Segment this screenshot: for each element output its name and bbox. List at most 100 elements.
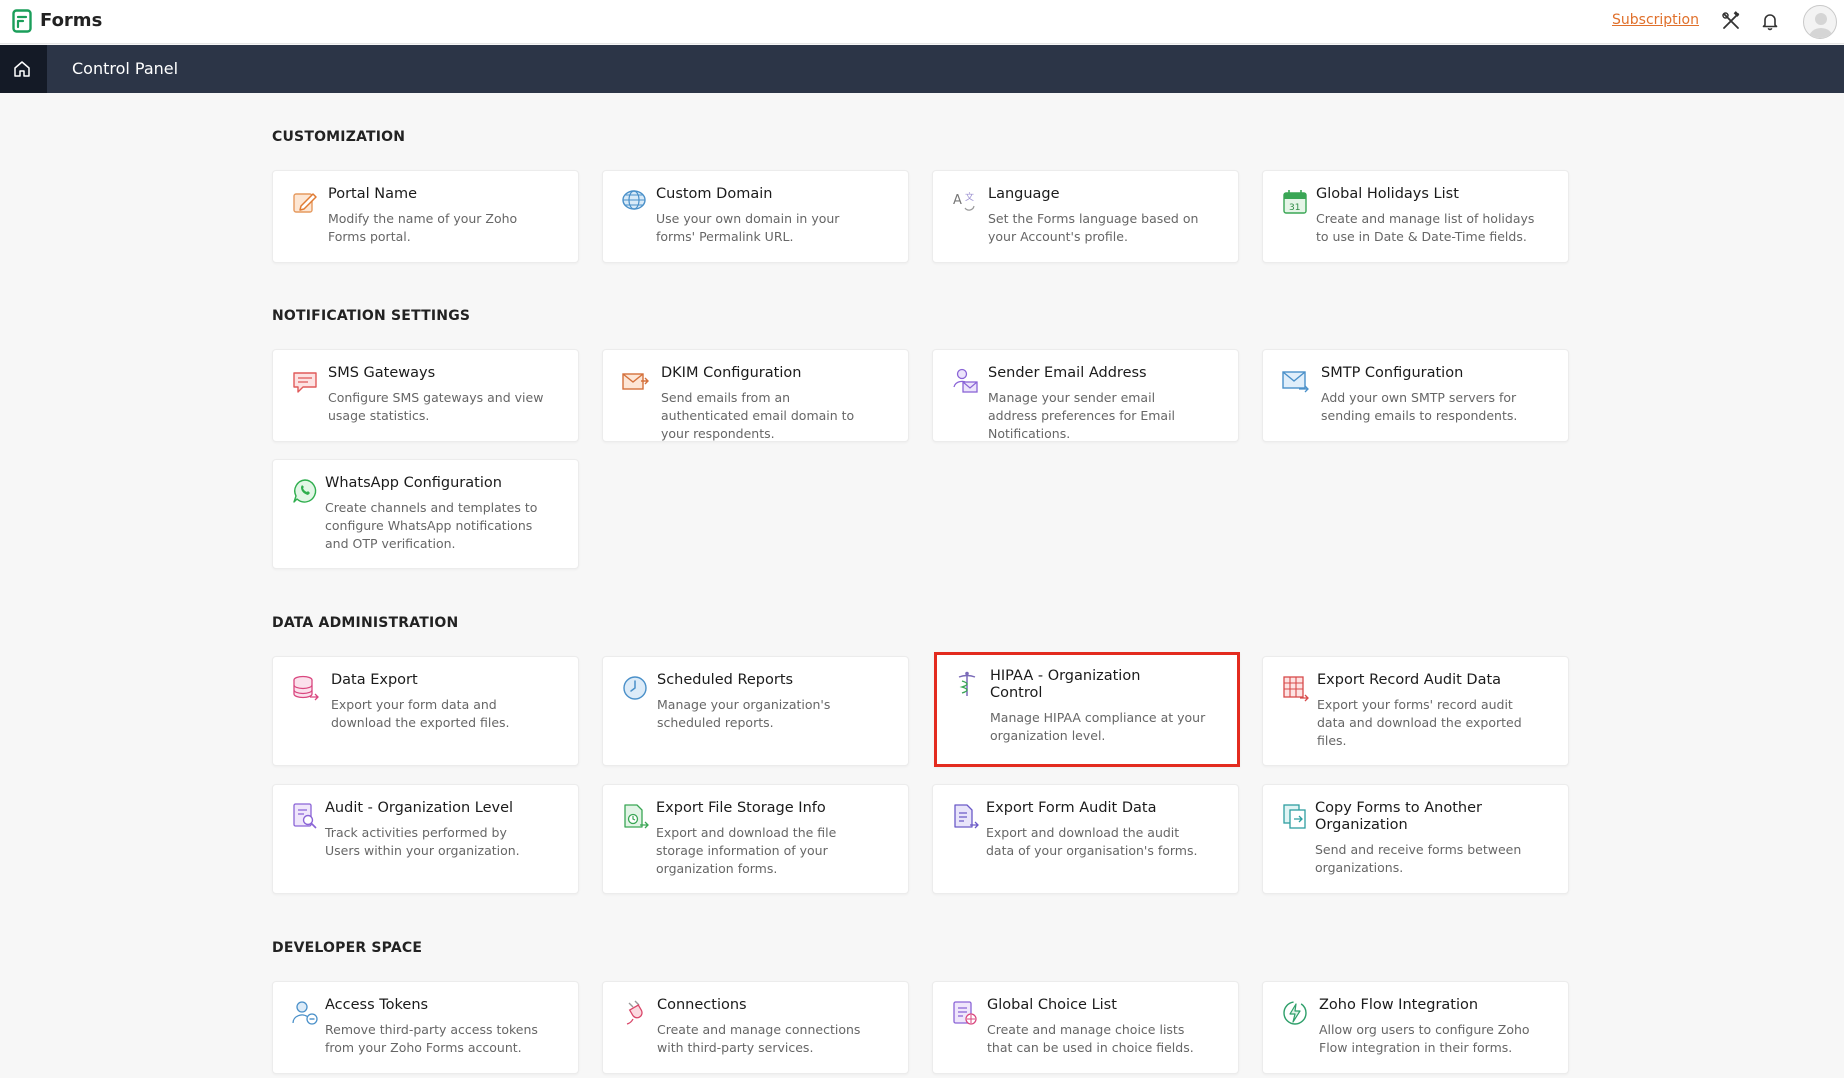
card-connections[interactable]: Connections Create and manage connection… <box>602 981 909 1074</box>
card-title: Sender Email Address <box>988 365 1147 381</box>
section-title-data-administration: DATA ADMINISTRATION <box>272 615 459 631</box>
nav-bar: Control Panel <box>0 45 1844 93</box>
card-desc: Remove third-party access tokens from yo… <box>325 1022 538 1055</box>
card-export-form-audit-data[interactable]: Export Form Audit Data Export and downlo… <box>932 784 1239 894</box>
clock-icon <box>623 676 647 700</box>
card-title: Export Form Audit Data <box>986 800 1157 816</box>
card-title: Custom Domain <box>656 186 773 202</box>
card-desc: Export and download the file storage inf… <box>656 825 837 876</box>
card-title: Language <box>988 186 1060 202</box>
card-title: Audit - Organization Level <box>325 800 514 816</box>
card-title: Export File Storage Info <box>656 800 826 816</box>
card-title: DKIM Configuration <box>661 365 802 381</box>
card-title: Zoho Flow Integration <box>1319 997 1479 1013</box>
database-export-icon <box>293 675 319 701</box>
globe-icon <box>622 190 646 210</box>
forms-logo-icon[interactable] <box>12 9 32 33</box>
tools-icon[interactable] <box>1721 11 1741 31</box>
caduceus-icon <box>958 671 976 696</box>
card-portal-name[interactable]: Portal Name Modify the name of your Zoho… <box>272 170 579 263</box>
card-title: Access Tokens <box>325 997 429 1013</box>
card-export-record-audit-data[interactable]: Export Record Audit Data Export your for… <box>1262 656 1569 766</box>
card-title: Global Choice List <box>987 997 1117 1013</box>
card-title: Connections <box>657 997 747 1013</box>
card-dkim-configuration[interactable]: DKIM Configuration Send emails from an a… <box>602 349 909 442</box>
card-scheduled-reports[interactable]: Scheduled Reports Manage your organizati… <box>602 656 909 766</box>
card-title: SMTP Configuration <box>1321 365 1464 381</box>
calendar-icon: 31 <box>1283 190 1307 214</box>
card-desc: Export your form data and download the e… <box>331 697 510 730</box>
card-desc: Send and receive forms between organizat… <box>1315 842 1522 875</box>
card-desc: Create and manage list of holidays to us… <box>1316 211 1535 244</box>
flow-bolt-icon <box>1283 1001 1307 1025</box>
card-title: WhatsApp Configuration <box>325 475 502 491</box>
card-desc: Create channels and templates to configu… <box>325 500 538 551</box>
card-desc: Add your own SMTP servers for sending em… <box>1321 390 1518 423</box>
card-language[interactable]: A 文 Language Set the Forms language base… <box>932 170 1239 263</box>
mail-server-icon <box>1282 371 1309 393</box>
top-bar: Forms Subscription <box>0 0 1844 44</box>
card-title: SMS Gateways <box>328 365 436 381</box>
card-title: Global Holidays List <box>1316 186 1459 202</box>
user-token-icon <box>292 1001 318 1025</box>
whatsapp-icon <box>293 479 317 503</box>
plug-icon <box>626 1000 643 1025</box>
record-audit-icon <box>1283 676 1309 702</box>
page-title: Control Panel <box>72 59 179 78</box>
card-title: Export Record Audit Data <box>1317 672 1502 688</box>
translate-icon: A 文 <box>953 191 975 211</box>
card-desc: Allow org users to configure Zoho Flow i… <box>1319 1022 1530 1055</box>
card-zoho-flow-integration[interactable]: Zoho Flow Integration Allow org users to… <box>1262 981 1569 1074</box>
card-smtp-configuration[interactable]: SMTP Configuration Add your own SMTP ser… <box>1262 349 1569 442</box>
form-audit-icon <box>954 804 979 829</box>
card-desc: Manage your organization's scheduled rep… <box>657 697 831 730</box>
card-desc: Configure SMS gateways and view usage st… <box>328 390 544 423</box>
card-desc: Set the Forms language based on your Acc… <box>988 211 1199 244</box>
card-title: Scheduled Reports <box>657 672 794 688</box>
user-mail-icon <box>953 368 978 393</box>
card-desc: Use your own domain in your forms' Perma… <box>656 211 840 244</box>
choice-list-icon <box>953 1001 977 1025</box>
home-button[interactable] <box>0 45 47 93</box>
card-desc: Export your forms' record audit data and… <box>1317 697 1522 748</box>
section-title-customization: CUSTOMIZATION <box>272 129 406 145</box>
copy-forms-icon <box>1283 804 1306 829</box>
card-hipaa-organization-control[interactable]: HIPAA - Organization Control Manage HIPA… <box>934 652 1240 767</box>
card-desc: Manage HIPAA compliance at your organiza… <box>990 710 1206 743</box>
card-sender-email-address[interactable]: Sender Email Address Manage your sender … <box>932 349 1239 442</box>
card-copy-forms-to-another-organization[interactable]: Copy Forms to Another Organization Send … <box>1262 784 1569 894</box>
subscription-link[interactable]: Subscription <box>1612 12 1699 28</box>
bell-icon[interactable] <box>1760 11 1780 31</box>
file-storage-icon <box>624 804 649 829</box>
card-custom-domain[interactable]: Custom Domain Use your own domain in you… <box>602 170 909 263</box>
svg-text:A: A <box>953 193 962 208</box>
section-title-notification-settings: NOTIFICATION SETTINGS <box>272 308 471 324</box>
card-audit-organization-level[interactable]: Audit - Organization Level Track activit… <box>272 784 579 894</box>
card-global-choice-list[interactable]: Global Choice List Create and manage cho… <box>932 981 1239 1074</box>
card-desc: Manage your sender email address prefere… <box>988 390 1176 441</box>
user-avatar[interactable] <box>1803 5 1837 39</box>
audit-search-icon <box>293 803 317 829</box>
card-sms-gateways[interactable]: SMS Gateways Configure SMS gateways and … <box>272 349 579 442</box>
card-global-holidays-list[interactable]: 31 Global Holidays List Create and manag… <box>1262 170 1569 263</box>
card-title: Data Export <box>331 672 418 688</box>
mail-send-icon <box>622 373 649 390</box>
card-data-export[interactable]: Data Export Export your form data and do… <box>272 656 579 766</box>
section-title-developer-space: DEVELOPER SPACE <box>272 940 423 956</box>
card-title: Portal Name <box>328 186 418 202</box>
user-icon <box>1809 13 1833 38</box>
card-desc: Create and manage connections with third… <box>657 1022 861 1055</box>
card-whatsapp-configuration[interactable]: WhatsApp Configuration Create channels a… <box>272 459 579 569</box>
card-title: HIPAA - Organization Control <box>990 668 1141 701</box>
calendar-date-text: 31 <box>1289 203 1300 213</box>
home-icon <box>14 61 30 77</box>
card-title: Copy Forms to Another Organization <box>1315 800 1482 833</box>
card-access-tokens[interactable]: Access Tokens Remove third-party access … <box>272 981 579 1074</box>
card-export-file-storage-info[interactable]: Export File Storage Info Export and down… <box>602 784 909 894</box>
app-name[interactable]: Forms <box>40 10 102 31</box>
card-desc: Create and manage choice lists that can … <box>987 1022 1194 1055</box>
card-desc: Track activities performed by Users with… <box>325 825 520 858</box>
card-desc: Modify the name of your Zoho Forms porta… <box>328 211 518 244</box>
card-desc: Send emails from an authenticated email … <box>661 390 855 441</box>
message-icon <box>293 372 317 393</box>
